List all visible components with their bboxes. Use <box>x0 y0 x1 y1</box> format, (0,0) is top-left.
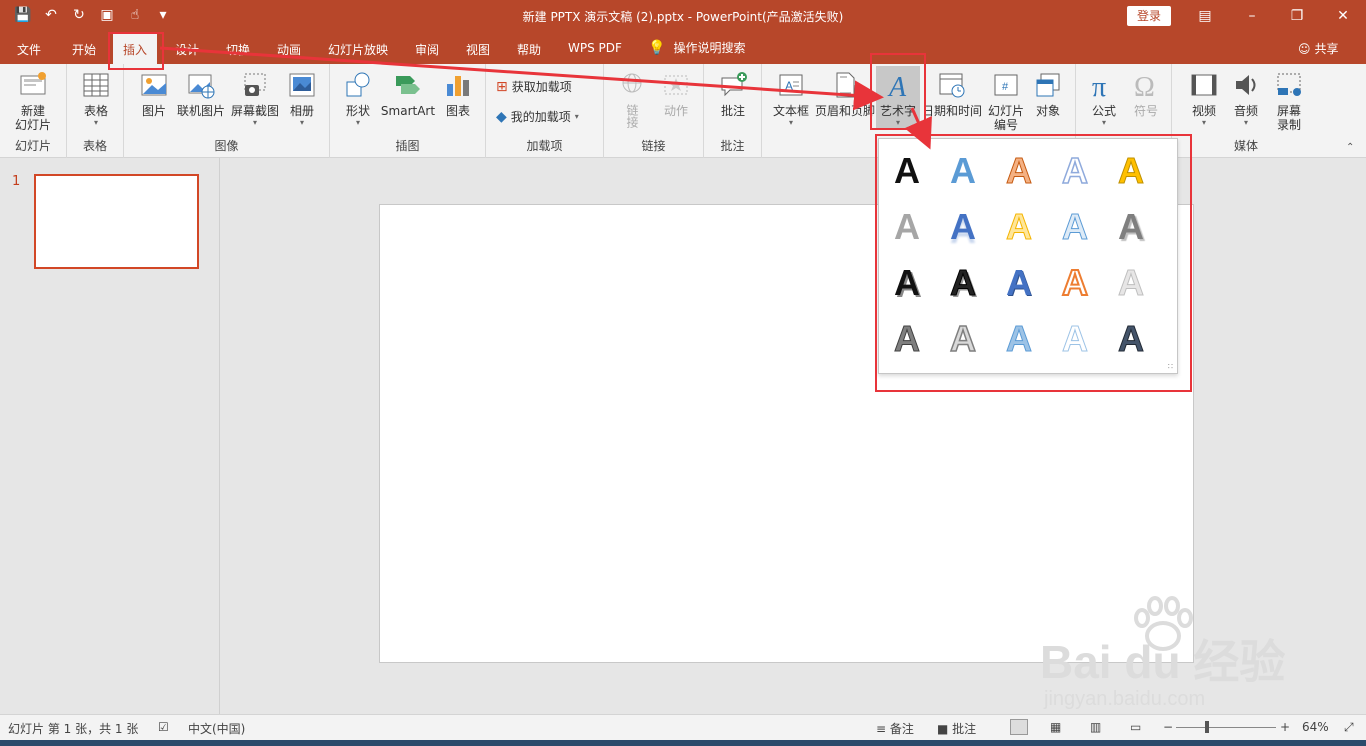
spellcheck-icon[interactable]: ☑ <box>158 720 169 734</box>
comment-bubble-icon: ■ <box>937 722 949 736</box>
zoom-level[interactable]: 64% <box>1302 720 1329 734</box>
status-bar: 幻灯片 第 1 张，共 1 张 ☑ 中文(中国) ≡ 备注 ■ 批注 ▦ ▥ ▭… <box>0 714 1366 740</box>
notes-button[interactable]: ≡ 备注 <box>876 720 914 737</box>
comments-button[interactable]: ■ 批注 <box>937 720 976 737</box>
taskbar <box>0 740 1366 746</box>
zoom-slider-thumb[interactable] <box>1205 721 1209 733</box>
fit-slide-icon[interactable]: ⤢ <box>1344 720 1354 735</box>
annotation-arrows <box>159 46 932 150</box>
arrow-to-gallery <box>904 107 932 150</box>
arrow-to-wordart <box>159 46 884 111</box>
zoom-slider[interactable] <box>1176 727 1276 728</box>
normal-view-icon[interactable] <box>1010 719 1028 735</box>
slide-sorter-icon[interactable]: ▦ <box>1050 720 1061 734</box>
zoom-out-icon[interactable]: − <box>1163 720 1173 734</box>
slideshow-icon[interactable]: ▭ <box>1130 720 1141 734</box>
notes-label: 备注 <box>889 722 914 736</box>
notes-icon: ≡ <box>876 722 887 736</box>
reading-view-icon[interactable]: ▥ <box>1090 720 1101 734</box>
language-indicator[interactable]: 中文(中国) <box>188 720 245 737</box>
slide-info: 幻灯片 第 1 张，共 1 张 <box>8 722 139 736</box>
comments-label: 批注 <box>952 722 977 736</box>
zoom-in-icon[interactable]: + <box>1280 720 1290 734</box>
